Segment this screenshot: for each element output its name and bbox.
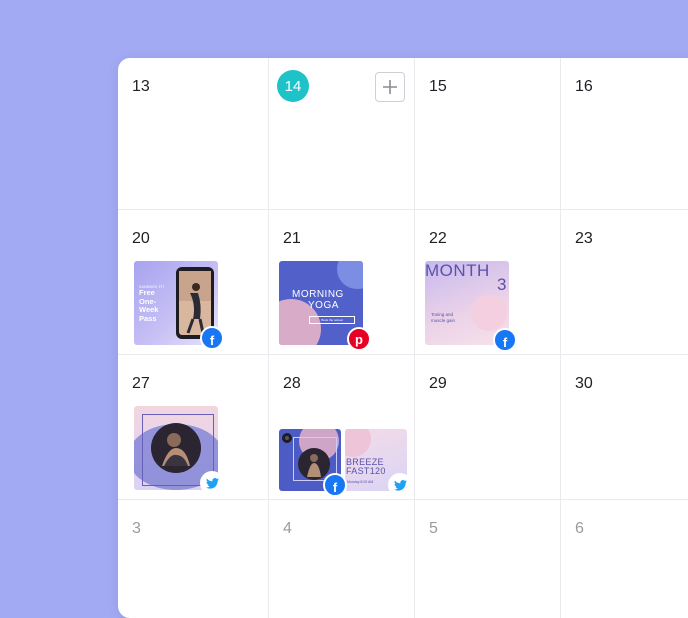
day-cell-29[interactable]: 29 <box>415 355 561 500</box>
day-cell-13[interactable]: 13 <box>118 58 269 210</box>
day-number: 27 <box>132 375 150 392</box>
day-cell-next-6[interactable]: 6 <box>561 500 688 618</box>
day-number: 15 <box>429 78 447 95</box>
day-number: 29 <box>429 375 447 392</box>
post-cta: Book the retreat <box>309 316 355 324</box>
facebook-icon: f <box>200 326 224 350</box>
post-headline: Free One-Week Pass <box>139 288 159 323</box>
day-number: 4 <box>283 520 292 537</box>
day-cell-next-3[interactable]: 3 <box>118 500 269 618</box>
portrait-image <box>151 423 201 473</box>
pinterest-icon: p <box>347 327 371 351</box>
decorative-blob <box>471 295 507 331</box>
facebook-icon: f <box>323 473 347 497</box>
day-cell-30[interactable]: 30 <box>561 355 688 500</box>
plus-icon <box>383 80 397 94</box>
day-cell-14-today[interactable]: 14 <box>269 58 415 210</box>
day-cell-16[interactable]: 16 <box>561 58 688 210</box>
day-number: 30 <box>575 375 593 392</box>
day-cell-15[interactable]: 15 <box>415 58 561 210</box>
post-title: MONTH <box>425 261 490 280</box>
twitter-icon <box>200 471 224 495</box>
post-title: MORNING <box>292 289 344 300</box>
facebook-icon: f <box>493 328 517 352</box>
day-cell-next-5[interactable]: 5 <box>415 500 561 618</box>
day-cell-20[interactable]: 20 SANDBOX FIT Free One-Week Pass <box>118 210 269 355</box>
post-number: 3 <box>497 275 507 294</box>
day-number: 23 <box>575 230 593 247</box>
weights-image <box>282 433 292 443</box>
day-cell-22[interactable]: 22 MONTH 3 Toning and muscle gain <box>415 210 561 355</box>
post-caption: Toning and muscle gain <box>431 312 456 323</box>
day-cell-21[interactable]: 21 MORNING YOGA Book the retreat <box>269 210 415 355</box>
day-number: 22 <box>429 230 447 247</box>
add-post-button[interactable] <box>375 72 405 102</box>
today-badge: 14 <box>277 70 309 102</box>
day-number: 16 <box>575 78 593 95</box>
day-number: 3 <box>132 520 141 537</box>
day-cell-next-4[interactable]: 4 <box>269 500 415 618</box>
day-number: 21 <box>283 230 301 247</box>
calendar-card: 13 14 15 16 20 SANDBOX FIT Free One-Week… <box>118 58 688 618</box>
day-number: 5 <box>429 520 438 537</box>
twitter-icon <box>388 473 412 497</box>
day-number: 20 <box>132 230 150 247</box>
day-number: 13 <box>132 78 150 95</box>
day-number: 6 <box>575 520 584 537</box>
post-title: YOGA <box>308 300 339 311</box>
decorative-blob <box>337 261 363 289</box>
day-number: 28 <box>283 375 301 392</box>
decorative-blob <box>345 429 371 457</box>
post-footer: Monday 8:00 AM <box>347 480 374 484</box>
day-cell-27[interactable]: 27 <box>118 355 269 500</box>
day-cell-23[interactable]: 23 <box>561 210 688 355</box>
post-title: FAST120 <box>346 466 386 476</box>
